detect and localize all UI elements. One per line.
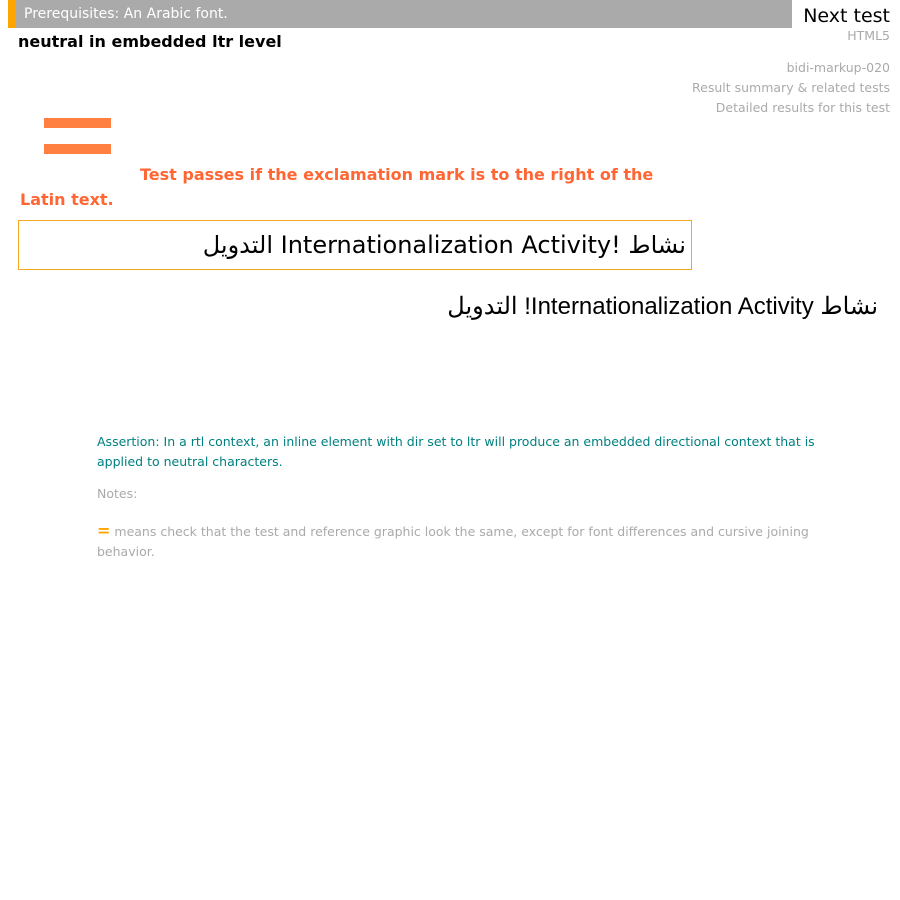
- test-id: bidi-markup-020: [786, 60, 890, 75]
- prerequisites-bar: Prerequisites: An Arabic font.: [8, 0, 792, 28]
- format-label: HTML5: [847, 28, 890, 43]
- notes-label: Notes:: [97, 486, 138, 501]
- test-ltr-text: Internationalization Activity!: [280, 231, 621, 259]
- detailed-results-link[interactable]: Detailed results for this test: [716, 100, 890, 115]
- prerequisites-text: Prerequisites: An Arabic font.: [24, 6, 228, 22]
- reference-text: نشاط Internationalization Activity! التد…: [447, 293, 878, 320]
- page-title: neutral in embedded ltr level: [18, 32, 282, 51]
- test-text: نشاط Internationalization Activity! التد…: [203, 231, 686, 259]
- equals-icon-bar-top: [44, 118, 111, 128]
- assertion-text: Assertion: In a rtl context, an inline e…: [97, 434, 815, 469]
- note-equals-symbol: =: [97, 521, 111, 540]
- test-box: نشاط Internationalization Activity! التد…: [18, 220, 692, 270]
- equals-icon: [44, 118, 111, 154]
- note-equals-text: means check that the test and reference …: [97, 524, 809, 559]
- note-item: = means check that the test and referenc…: [97, 521, 827, 562]
- next-test-link[interactable]: Next test: [803, 5, 890, 27]
- test-rtl-word-1: نشاط: [628, 231, 686, 259]
- test-rtl-word-2: التدويل: [202, 231, 273, 259]
- test-instructions: Test passes if the exclamation mark is t…: [20, 165, 654, 209]
- result-summary-link[interactable]: Result summary & related tests: [692, 80, 890, 95]
- equals-icon-bar-bottom: [44, 144, 111, 154]
